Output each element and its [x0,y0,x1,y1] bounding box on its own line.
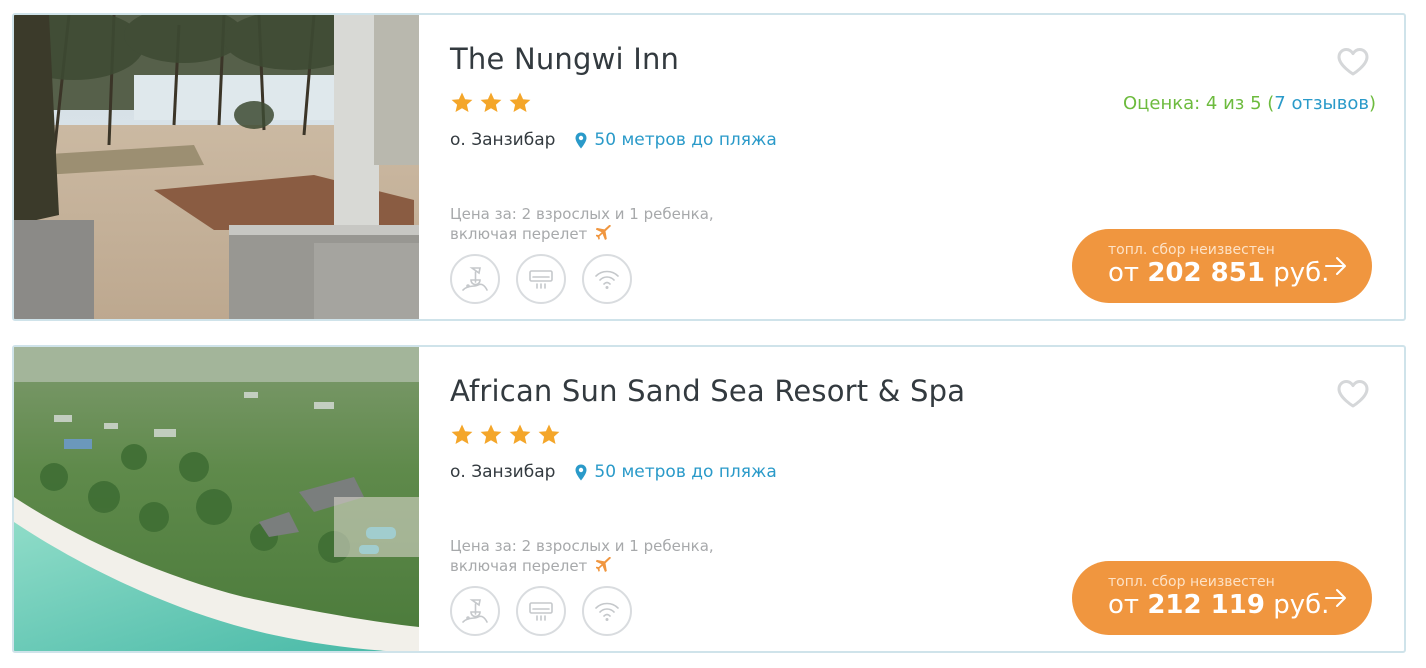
air-conditioner-icon [529,602,553,621]
island-name: о. Занзибар [450,130,556,150]
amenity-air-conditioner[interactable] [516,254,566,304]
hotel-location: о. Занзибар 50 метров до пляжа [450,462,777,482]
price-prefix: от [1108,590,1148,620]
hotel-photo[interactable] [14,347,419,651]
star-icon [451,92,473,112]
hotel-photo-image [14,347,419,651]
price-note-flight: включая перелет [450,557,588,575]
beach-icon [462,599,488,623]
price-currency: руб. [1264,258,1330,288]
hotel-card[interactable]: The Nungwi Inn о. Занзибар 50 метров до … [12,13,1406,321]
favorite-heart-icon[interactable] [1336,47,1370,77]
island-name: о. Занзибар [450,462,556,482]
amenity-beach[interactable] [450,254,500,304]
star-icon [509,92,531,112]
price-value: 212 119 [1147,590,1265,620]
amenities-list [450,254,632,304]
airplane-icon [596,225,612,240]
map-pin-icon [575,132,587,148]
hotel-photo[interactable] [14,15,419,319]
amenities-list [450,586,632,636]
price-button[interactable]: топл. сбор неизвестен от 202 851 руб. [1072,229,1372,303]
map-pin-icon [575,464,587,480]
beach-distance-text: 50 метров до пляжа [594,462,777,482]
fuel-fee-note: топл. сбор неизвестен [1108,242,1275,258]
rating-value: 4 [1205,93,1218,114]
beach-distance-link[interactable]: 50 метров до пляжа [575,462,777,482]
rating-suffix: ) [1368,93,1376,114]
price-note-guests: Цена за: 2 взрослых и 1 ребенка, [450,537,714,555]
fuel-fee-note: топл. сбор неизвестен [1108,574,1275,590]
favorite-heart-icon[interactable] [1336,379,1370,409]
hotel-location: о. Занзибар 50 метров до пляжа [450,130,777,150]
price-note-flight: включая перелет [450,225,588,243]
hotel-name[interactable]: African Sun Sand Sea Resort & Spa [450,374,965,408]
hotel-name[interactable]: The Nungwi Inn [450,42,679,76]
beach-distance-text: 50 метров до пляжа [594,130,777,150]
price-button[interactable]: топл. сбор неизвестен от 212 119 руб. [1072,561,1372,635]
star-icon [509,424,531,444]
price-prefix: от [1108,258,1148,288]
rating-prefix: Оценка: [1122,93,1206,114]
amenity-wifi[interactable] [582,254,632,304]
arrow-right-icon [1325,589,1346,607]
amenity-wifi[interactable] [582,586,632,636]
price-note-guests: Цена за: 2 взрослых и 1 ребенка, [450,205,714,223]
amenity-air-conditioner[interactable] [516,586,566,636]
price-note-flight-line: включая перелет [450,224,714,244]
star-rating [450,423,561,447]
star-rating [450,91,532,115]
star-icon [480,92,502,112]
hotel-card[interactable]: African Sun Sand Sea Resort & Spa о. Зан… [12,345,1406,653]
rating-mid: из 5 ( [1217,93,1275,114]
price-note: Цена за: 2 взрослых и 1 ребенка, включая… [450,204,714,244]
price-note: Цена за: 2 взрослых и 1 ребенка, включая… [450,536,714,576]
price-note-flight-line: включая перелет [450,556,714,576]
airplane-icon [596,557,612,572]
hotel-photo-image [14,15,419,319]
star-icon [538,424,560,444]
star-icon [480,424,502,444]
price-value: 202 851 [1147,258,1265,288]
amenity-beach[interactable] [450,586,500,636]
price-text: от 202 851 руб. [1108,258,1329,288]
hotel-rating: Оценка: 4 из 5 (7 отзывов) [1123,93,1376,114]
beach-distance-link[interactable]: 50 метров до пляжа [575,130,777,150]
price-text: от 212 119 руб. [1108,590,1329,620]
price-currency: руб. [1264,590,1330,620]
wifi-icon [595,270,619,289]
arrow-right-icon [1325,257,1346,275]
reviews-link[interactable]: 7 отзывов [1274,93,1369,114]
star-icon [451,424,473,444]
beach-icon [462,267,488,291]
wifi-icon [595,602,619,621]
air-conditioner-icon [529,270,553,289]
